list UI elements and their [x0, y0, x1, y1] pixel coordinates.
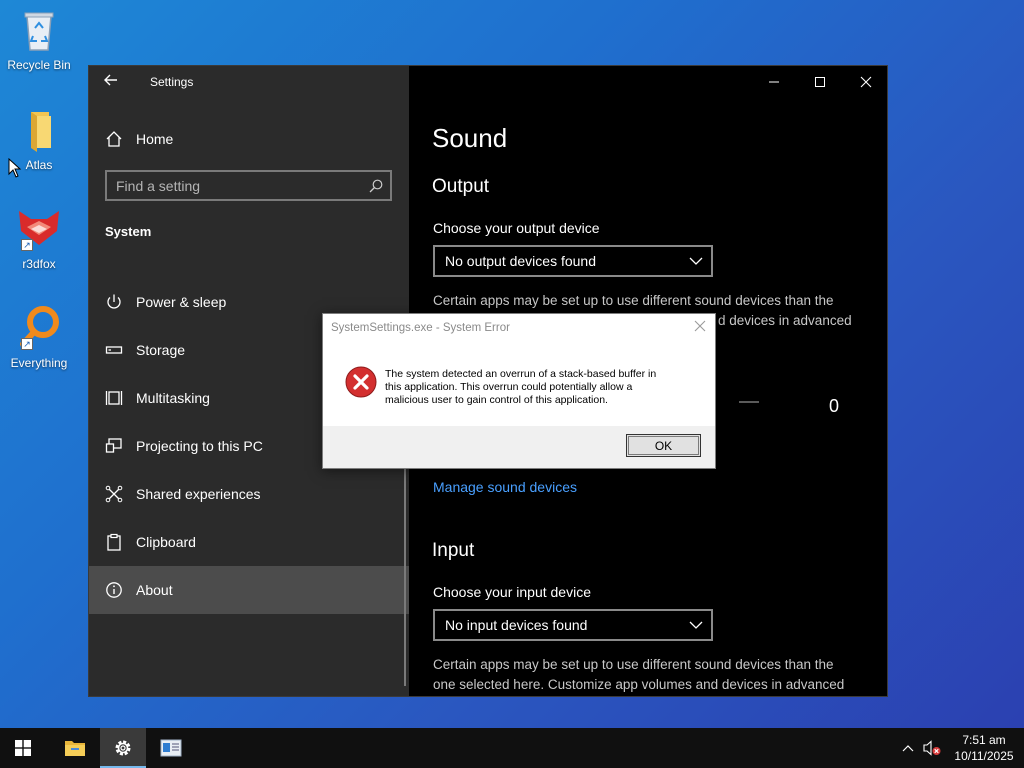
- maximize-icon: [815, 77, 825, 87]
- ok-button[interactable]: OK: [626, 434, 701, 457]
- dialog-message-line2: this application. This overrun could pot…: [385, 381, 633, 393]
- show-hidden-icons-button[interactable]: [896, 728, 920, 768]
- output-description-line1: Certain apps may be set up to use differ…: [433, 293, 834, 308]
- system-error-dialog: SystemSettings.exe - System Error The sy…: [322, 313, 716, 469]
- shared-experiences-icon: [105, 485, 123, 503]
- clock-time: 7:51 am: [962, 733, 1006, 747]
- minimize-icon: [769, 81, 779, 83]
- window-controls: [751, 66, 887, 98]
- sidebar-item-label: Projecting to this PC: [136, 438, 263, 454]
- taskbar-clock[interactable]: 7:51 am 10/11/2025: [944, 732, 1024, 764]
- input-device-dropdown[interactable]: No input devices found: [433, 609, 713, 641]
- info-icon: [105, 581, 123, 599]
- title-bar: Settings: [89, 66, 409, 98]
- shortcut-arrow-icon: ↗: [21, 239, 33, 251]
- search-input[interactable]: [107, 177, 357, 194]
- maximize-button[interactable]: [797, 66, 843, 98]
- close-button[interactable]: [843, 66, 887, 98]
- error-icon: [345, 366, 377, 398]
- input-device-label: Choose your input device: [433, 584, 591, 600]
- desktop-icon-everything[interactable]: ↗ Everything: [4, 304, 74, 384]
- dialog-message: The system detected an overrun of a stac…: [385, 368, 695, 407]
- chevron-up-icon: [902, 745, 914, 752]
- projecting-icon: [105, 437, 123, 455]
- close-icon: [860, 76, 872, 88]
- input-description-line1: Certain apps may be set up to use differ…: [433, 657, 834, 672]
- file-explorer-icon: [65, 741, 85, 756]
- sidebar-item-label: Shared experiences: [136, 486, 261, 502]
- page-title: Sound: [432, 123, 508, 153]
- sidebar-item-shared-experiences[interactable]: Shared experiences: [89, 470, 409, 518]
- folder-icon: [15, 106, 63, 154]
- settings-search-box[interactable]: [105, 170, 392, 201]
- control-panel-icon: [160, 739, 182, 757]
- dialog-message-line3: malicious user to gain control of this a…: [385, 394, 608, 406]
- sidebar-item-label: Storage: [136, 342, 186, 358]
- desktop-icon-recycle-bin[interactable]: Recycle Bin: [4, 6, 74, 86]
- chevron-down-icon: [689, 257, 703, 265]
- mouse-cursor-icon: [8, 157, 22, 178]
- sidebar-item-label: Multitasking: [136, 390, 210, 406]
- clock-date: 10/11/2025: [954, 749, 1014, 763]
- home-icon: [105, 130, 123, 148]
- sidebar-item-label: Power & sleep: [136, 294, 227, 310]
- start-button[interactable]: [0, 728, 46, 768]
- taskbar-control-panel[interactable]: [148, 728, 194, 768]
- input-description: Certain apps may be set up to use differ…: [433, 655, 873, 695]
- dialog-message-line1: The system detected an overrun of a stac…: [385, 368, 657, 380]
- volume-button[interactable]: [920, 728, 944, 768]
- output-device-value: No output devices found: [445, 253, 596, 269]
- dialog-title: SystemSettings.exe - System Error: [331, 322, 510, 334]
- sidebar-item-label: About: [136, 582, 173, 598]
- gear-icon: [115, 740, 131, 756]
- home-label: Home: [136, 131, 174, 147]
- taskbar-file-explorer[interactable]: [52, 728, 98, 768]
- manage-sound-devices-link[interactable]: Manage sound devices: [433, 479, 577, 495]
- sidebar-scrollbar[interactable]: [404, 446, 406, 686]
- r3dfox-icon: ↗: [15, 205, 63, 253]
- desktop-icon-r3dfox[interactable]: ↗ r3dfox: [4, 205, 74, 285]
- taskbar-settings[interactable]: [100, 728, 146, 768]
- minimize-button[interactable]: [751, 66, 797, 98]
- sidebar-item-clipboard[interactable]: Clipboard: [89, 518, 409, 566]
- chevron-down-icon: [689, 621, 703, 629]
- power-icon: [105, 293, 123, 311]
- input-device-value: No input devices found: [445, 617, 588, 633]
- master-volume-value: 0: [829, 396, 840, 416]
- output-heading: Output: [432, 176, 490, 197]
- close-icon: [694, 320, 706, 332]
- app-title: Settings: [150, 75, 194, 89]
- search-icon[interactable]: [369, 179, 383, 193]
- recycle-bin-icon: [15, 6, 63, 54]
- section-label: System: [105, 224, 152, 239]
- input-heading: Input: [432, 540, 475, 561]
- back-arrow-icon: [104, 74, 117, 86]
- volume-muted-icon: [923, 740, 941, 756]
- output-device-label: Choose your output device: [433, 220, 600, 236]
- dialog-footer: OK: [323, 426, 715, 468]
- windows-logo-icon: [15, 740, 31, 756]
- dialog-close-button[interactable]: [693, 319, 707, 333]
- multitasking-icon: [105, 389, 123, 407]
- output-device-dropdown[interactable]: No output devices found: [433, 245, 713, 277]
- shortcut-arrow-icon: ↗: [21, 338, 33, 350]
- system-tray: 7:51 am 10/11/2025: [896, 728, 1024, 768]
- clipboard-icon: [105, 533, 123, 551]
- home-link[interactable]: Home: [105, 127, 173, 151]
- sidebar-item-about[interactable]: About: [89, 566, 409, 614]
- storage-icon: [105, 341, 123, 359]
- taskbar: 7:51 am 10/11/2025: [0, 728, 1024, 768]
- master-volume-slider[interactable]: [739, 401, 759, 403]
- back-button[interactable]: [103, 72, 123, 92]
- input-description-line2: one selected here. Customize app volumes…: [433, 677, 845, 692]
- everything-search-icon: ↗: [15, 304, 63, 352]
- sidebar-item-label: Clipboard: [136, 534, 196, 550]
